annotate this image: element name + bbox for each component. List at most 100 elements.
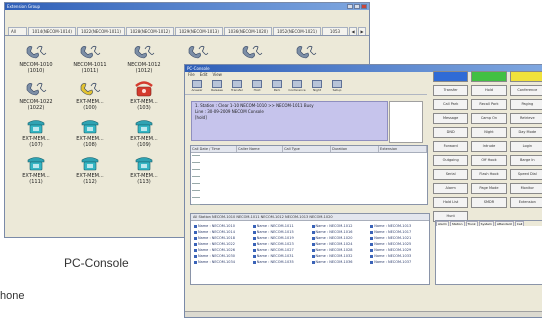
device-tile[interactable]: NECOM-1022 (1022) xyxy=(9,79,63,111)
list-item[interactable]: Name : NECOM-1020 xyxy=(311,236,368,240)
table-row[interactable] xyxy=(192,169,200,174)
list-item[interactable]: Name : NECOM-1030 xyxy=(194,254,250,258)
status-tab[interactable]: Station xyxy=(449,221,465,226)
device-tile[interactable]: EXT-MEM... (109) xyxy=(117,116,171,148)
list-item[interactable]: Name : NECOM-1024 xyxy=(311,242,368,246)
function-button[interactable]: Day Mode xyxy=(509,127,542,138)
device-tile[interactable]: EXT-MEM... (103) xyxy=(117,79,171,111)
toolbar-button[interactable]: Setup xyxy=(328,79,346,93)
toolbar-button[interactable]: Answer xyxy=(188,79,206,93)
function-button[interactable]: Outgoing xyxy=(433,155,469,166)
list-item[interactable]: Name : NECOM-1013 xyxy=(370,224,426,228)
list-item[interactable]: Name : NECOM-1025 xyxy=(370,242,426,246)
function-button[interactable] xyxy=(471,71,507,82)
status-tab[interactable]: System xyxy=(478,221,494,226)
tab-group[interactable]: 1028(NECOM-1012) xyxy=(126,27,174,35)
tab-group[interactable]: 1022(NECOM-1011) xyxy=(77,27,125,35)
toolbar-button[interactable]: Transfer xyxy=(228,79,246,93)
tab-scroll-right-button[interactable]: ▶ xyxy=(358,27,366,35)
toolbar-button[interactable]: Conference xyxy=(288,79,306,93)
list-item[interactable]: Name : NECOM-1031 xyxy=(252,254,309,258)
menu-view[interactable]: View xyxy=(212,72,222,78)
device-tile[interactable]: EXT-MEM... (107) xyxy=(9,116,63,148)
status-tab[interactable]: Alarm xyxy=(436,221,449,226)
list-item[interactable]: Name : NECOM-1023 xyxy=(252,242,309,246)
function-button[interactable]: Serial xyxy=(433,169,469,180)
device-tile[interactable]: EXT-MEM... (113) xyxy=(117,153,171,185)
table-row[interactable] xyxy=(192,204,200,209)
list-item[interactable]: Name : NECOM-1037 xyxy=(370,260,426,264)
table-row[interactable] xyxy=(192,176,200,181)
function-button[interactable]: Barge In xyxy=(509,155,542,166)
device-tile[interactable]: EXT-MEM... (112) xyxy=(63,153,117,185)
minimize-button[interactable] xyxy=(347,4,353,9)
tab-all[interactable]: All xyxy=(8,27,27,35)
tab-scroll-left-button[interactable]: ◀ xyxy=(349,27,357,35)
function-button[interactable] xyxy=(433,71,469,82)
function-button[interactable]: SMDR xyxy=(471,197,507,208)
list-item[interactable]: Name : NECOM-1015 xyxy=(252,230,309,234)
column-header[interactable]: Caller Name xyxy=(237,146,284,152)
column-header[interactable]: Call Date / Time xyxy=(191,146,238,152)
function-button[interactable]: DND xyxy=(433,127,469,138)
function-button[interactable] xyxy=(509,71,542,82)
table-row[interactable] xyxy=(192,183,200,188)
list-item[interactable]: Name : NECOM-1014 xyxy=(194,230,250,234)
device-tile[interactable]: EXT-MEM... (108) xyxy=(63,116,117,148)
function-button[interactable]: Call Park xyxy=(433,99,469,110)
list-item[interactable]: Name : NECOM-1032 xyxy=(311,254,368,258)
toolbar-button[interactable]: Hold xyxy=(248,79,266,93)
function-button[interactable]: Night xyxy=(471,127,507,138)
function-button[interactable]: Forward xyxy=(433,141,469,152)
maximize-button[interactable] xyxy=(354,4,360,9)
function-button[interactable]: Retrieve xyxy=(509,113,542,124)
list-item[interactable]: Name : NECOM-1010 xyxy=(194,224,250,228)
list-item[interactable]: Name : NECOM-1035 xyxy=(252,260,309,264)
function-button[interactable]: Paging xyxy=(509,99,542,110)
list-item[interactable]: Name : NECOM-1034 xyxy=(194,260,250,264)
function-button[interactable]: Hold xyxy=(471,85,507,96)
list-item[interactable]: Name : NECOM-1029 xyxy=(370,248,426,252)
menu-edit[interactable]: Edit xyxy=(200,72,208,78)
tab-group[interactable]: 1014(NECOM-1014) xyxy=(28,27,76,35)
list-item[interactable]: Name : NECOM-1017 xyxy=(370,230,426,234)
function-button[interactable]: Alarm xyxy=(433,183,469,194)
device-tile[interactable]: NECOM-1010 (1010) xyxy=(9,42,63,74)
function-button[interactable]: Message xyxy=(433,113,469,124)
table-row[interactable] xyxy=(192,162,200,167)
column-header[interactable]: Extension xyxy=(379,146,427,152)
list-item[interactable]: Name : NECOM-1036 xyxy=(311,260,368,264)
tab-group[interactable]: 1053 xyxy=(322,27,348,35)
table-row[interactable] xyxy=(192,190,200,195)
list-item[interactable]: Name : NECOM-1022 xyxy=(194,242,250,246)
function-button[interactable]: Flash Hook xyxy=(471,169,507,180)
toolbar-button[interactable]: Release xyxy=(208,79,226,93)
function-button[interactable]: Hold List xyxy=(433,197,469,208)
list-item[interactable]: Name : NECOM-1026 xyxy=(194,248,250,252)
column-header[interactable]: Call Type xyxy=(283,146,332,152)
device-tile[interactable]: NECOM-1011 (1011) xyxy=(63,42,117,74)
tab-group[interactable]: 1052(NECOM-1021) xyxy=(273,27,321,35)
list-item[interactable]: Name : NECOM-1033 xyxy=(370,254,426,258)
toolbar-button[interactable]: Park xyxy=(268,79,286,93)
function-button[interactable]: Monitor xyxy=(509,183,542,194)
status-tab[interactable]: Trunk xyxy=(465,221,478,226)
list-item[interactable]: Name : NECOM-1011 xyxy=(252,224,309,228)
table-row[interactable] xyxy=(192,155,200,160)
table-row[interactable] xyxy=(192,197,200,202)
device-tile[interactable]: EXT-MEM... (100) xyxy=(63,79,117,111)
list-item[interactable]: Name : NECOM-1012 xyxy=(311,224,368,228)
function-button[interactable]: Extension xyxy=(509,197,542,208)
list-item[interactable]: Name : NECOM-1018 xyxy=(194,236,250,240)
device-tile[interactable]: EXT-MEM... (111) xyxy=(9,153,63,185)
list-item[interactable]: Name : NECOM-1027 xyxy=(252,248,309,252)
list-item[interactable]: Name : NECOM-1016 xyxy=(311,230,368,234)
list-item[interactable]: Name : NECOM-1021 xyxy=(370,236,426,240)
tab-group[interactable]: 1036(NECOM-1020) xyxy=(224,27,272,35)
column-header[interactable]: Duration xyxy=(331,146,380,152)
tab-group[interactable]: 1029(NECOM-1013) xyxy=(175,27,223,35)
function-button[interactable]: Conference xyxy=(509,85,542,96)
function-button[interactable]: Recall Park xyxy=(471,99,507,110)
function-button[interactable]: Speed Dial xyxy=(509,169,542,180)
list-item[interactable]: Name : NECOM-1019 xyxy=(252,236,309,240)
